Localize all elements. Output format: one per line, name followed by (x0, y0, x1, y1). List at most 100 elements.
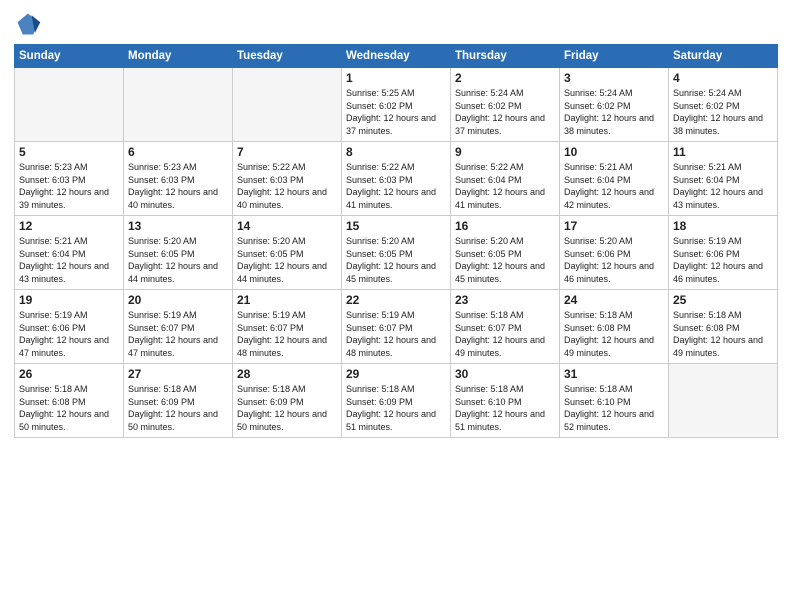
day-number: 6 (128, 145, 228, 159)
day-number: 25 (673, 293, 773, 307)
calendar-cell: 12Sunrise: 5:21 AM Sunset: 6:04 PM Dayli… (15, 216, 124, 290)
calendar-week-row: 1 Sunrise: 5:25 AM Sunset: 6:02 PM Daylig… (15, 68, 778, 142)
cell-info: Sunrise: 5:20 AM Sunset: 6:05 PM Dayligh… (237, 235, 337, 285)
weekday-header-thursday: Thursday (451, 45, 560, 68)
calendar-week-row: 12Sunrise: 5:21 AM Sunset: 6:04 PM Dayli… (15, 216, 778, 290)
calendar-cell (15, 68, 124, 142)
cell-info: Sunrise: 5:18 AM Sunset: 6:08 PM Dayligh… (673, 309, 773, 359)
calendar-week-row: 26 Sunrise: 5:18 AM Sunset: 6:08 PM Dayli… (15, 364, 778, 438)
main-container: SundayMondayTuesdayWednesdayThursdayFrid… (0, 0, 792, 448)
calendar-week-row: 5 Sunrise: 5:23 AM Sunset: 6:03 PM Daylig… (15, 142, 778, 216)
day-number: 9 (455, 145, 555, 159)
cell-info: Sunrise: 5:18 AM Sunset: 6:09 PM Dayligh… (237, 383, 337, 433)
day-number: 11 (673, 145, 773, 159)
cell-info: Sunrise: 5:23 AM Sunset: 6:03 PM Dayligh… (19, 161, 119, 211)
cell-info: Sunrise: 5:18 AM Sunset: 6:10 PM Dayligh… (455, 383, 555, 433)
logo-icon (14, 10, 42, 38)
calendar-cell: 20 Sunrise: 5:19 AM Sunset: 6:07 PM Dayli… (124, 290, 233, 364)
calendar-cell: 8 Sunrise: 5:22 AM Sunset: 6:03 PM Daylig… (342, 142, 451, 216)
weekday-header-row: SundayMondayTuesdayWednesdayThursdayFrid… (15, 45, 778, 68)
cell-info: Sunrise: 5:20 AM Sunset: 6:05 PM Dayligh… (346, 235, 446, 285)
day-number: 30 (455, 367, 555, 381)
calendar-cell: 22 Sunrise: 5:19 AM Sunset: 6:07 PM Dayli… (342, 290, 451, 364)
weekday-header-sunday: Sunday (15, 45, 124, 68)
day-number: 10 (564, 145, 664, 159)
cell-info: Sunrise: 5:22 AM Sunset: 6:03 PM Dayligh… (346, 161, 446, 211)
day-number: 20 (128, 293, 228, 307)
day-number: 8 (346, 145, 446, 159)
cell-info: Sunrise: 5:21 AM Sunset: 6:04 PM Dayligh… (673, 161, 773, 211)
cell-info: Sunrise: 5:22 AM Sunset: 6:04 PM Dayligh… (455, 161, 555, 211)
calendar-cell: 16Sunrise: 5:20 AM Sunset: 6:05 PM Dayli… (451, 216, 560, 290)
day-number: 19 (19, 293, 119, 307)
calendar-cell: 31 Sunrise: 5:18 AM Sunset: 6:10 PM Dayli… (560, 364, 669, 438)
cell-info: Sunrise: 5:20 AM Sunset: 6:05 PM Dayligh… (128, 235, 228, 285)
calendar-cell: 3Sunrise: 5:24 AM Sunset: 6:02 PM Daylig… (560, 68, 669, 142)
calendar-cell: 2 Sunrise: 5:24 AM Sunset: 6:02 PM Daylig… (451, 68, 560, 142)
day-number: 7 (237, 145, 337, 159)
day-number: 4 (673, 71, 773, 85)
calendar-cell: 24 Sunrise: 5:18 AM Sunset: 6:08 PM Dayli… (560, 290, 669, 364)
weekday-header-tuesday: Tuesday (233, 45, 342, 68)
day-number: 29 (346, 367, 446, 381)
calendar-cell: 26 Sunrise: 5:18 AM Sunset: 6:08 PM Dayli… (15, 364, 124, 438)
weekday-header-friday: Friday (560, 45, 669, 68)
day-number: 28 (237, 367, 337, 381)
calendar-cell: 4 Sunrise: 5:24 AM Sunset: 6:02 PM Daylig… (669, 68, 778, 142)
cell-info: Sunrise: 5:25 AM Sunset: 6:02 PM Dayligh… (346, 87, 446, 137)
calendar-week-row: 19 Sunrise: 5:19 AM Sunset: 6:06 PM Dayli… (15, 290, 778, 364)
calendar-cell: 11 Sunrise: 5:21 AM Sunset: 6:04 PM Dayli… (669, 142, 778, 216)
day-number: 1 (346, 71, 446, 85)
day-number: 31 (564, 367, 664, 381)
day-number: 22 (346, 293, 446, 307)
cell-info: Sunrise: 5:21 AM Sunset: 6:04 PM Dayligh… (564, 161, 664, 211)
cell-info: Sunrise: 5:24 AM Sunset: 6:02 PM Dayligh… (673, 87, 773, 137)
calendar-cell: 1 Sunrise: 5:25 AM Sunset: 6:02 PM Daylig… (342, 68, 451, 142)
calendar-cell: 9 Sunrise: 5:22 AM Sunset: 6:04 PM Daylig… (451, 142, 560, 216)
cell-info: Sunrise: 5:19 AM Sunset: 6:06 PM Dayligh… (673, 235, 773, 285)
calendar-cell: 13 Sunrise: 5:20 AM Sunset: 6:05 PM Dayli… (124, 216, 233, 290)
cell-info: Sunrise: 5:24 AM Sunset: 6:02 PM Dayligh… (455, 87, 555, 137)
calendar-cell: 17 Sunrise: 5:20 AM Sunset: 6:06 PM Dayli… (560, 216, 669, 290)
calendar-cell: 7Sunrise: 5:22 AM Sunset: 6:03 PM Daylig… (233, 142, 342, 216)
cell-info: Sunrise: 5:19 AM Sunset: 6:07 PM Dayligh… (346, 309, 446, 359)
cell-info: Sunrise: 5:18 AM Sunset: 6:08 PM Dayligh… (19, 383, 119, 433)
day-number: 15 (346, 219, 446, 233)
day-number: 16 (455, 219, 555, 233)
day-number: 27 (128, 367, 228, 381)
calendar-cell: 10 Sunrise: 5:21 AM Sunset: 6:04 PM Dayli… (560, 142, 669, 216)
calendar-cell: 25 Sunrise: 5:18 AM Sunset: 6:08 PM Dayli… (669, 290, 778, 364)
cell-info: Sunrise: 5:20 AM Sunset: 6:06 PM Dayligh… (564, 235, 664, 285)
day-number: 12 (19, 219, 119, 233)
cell-info: Sunrise: 5:18 AM Sunset: 6:09 PM Dayligh… (346, 383, 446, 433)
weekday-header-saturday: Saturday (669, 45, 778, 68)
cell-info: Sunrise: 5:19 AM Sunset: 6:06 PM Dayligh… (19, 309, 119, 359)
logo (14, 10, 44, 38)
day-number: 24 (564, 293, 664, 307)
calendar-cell: 18 Sunrise: 5:19 AM Sunset: 6:06 PM Dayli… (669, 216, 778, 290)
calendar-cell: 21Sunrise: 5:19 AM Sunset: 6:07 PM Dayli… (233, 290, 342, 364)
cell-info: Sunrise: 5:18 AM Sunset: 6:09 PM Dayligh… (128, 383, 228, 433)
weekday-header-wednesday: Wednesday (342, 45, 451, 68)
day-number: 17 (564, 219, 664, 233)
day-number: 5 (19, 145, 119, 159)
weekday-header-monday: Monday (124, 45, 233, 68)
day-number: 18 (673, 219, 773, 233)
calendar-cell: 19 Sunrise: 5:19 AM Sunset: 6:06 PM Dayli… (15, 290, 124, 364)
cell-info: Sunrise: 5:18 AM Sunset: 6:10 PM Dayligh… (564, 383, 664, 433)
header (14, 10, 778, 38)
day-number: 2 (455, 71, 555, 85)
calendar-cell: 23Sunrise: 5:18 AM Sunset: 6:07 PM Dayli… (451, 290, 560, 364)
day-number: 13 (128, 219, 228, 233)
calendar-cell: 14Sunrise: 5:20 AM Sunset: 6:05 PM Dayli… (233, 216, 342, 290)
cell-info: Sunrise: 5:23 AM Sunset: 6:03 PM Dayligh… (128, 161, 228, 211)
cell-info: Sunrise: 5:18 AM Sunset: 6:07 PM Dayligh… (455, 309, 555, 359)
cell-info: Sunrise: 5:19 AM Sunset: 6:07 PM Dayligh… (237, 309, 337, 359)
calendar-cell: 5 Sunrise: 5:23 AM Sunset: 6:03 PM Daylig… (15, 142, 124, 216)
calendar-cell: 30 Sunrise: 5:18 AM Sunset: 6:10 PM Dayli… (451, 364, 560, 438)
cell-info: Sunrise: 5:18 AM Sunset: 6:08 PM Dayligh… (564, 309, 664, 359)
cell-info: Sunrise: 5:19 AM Sunset: 6:07 PM Dayligh… (128, 309, 228, 359)
day-number: 26 (19, 367, 119, 381)
calendar-table: SundayMondayTuesdayWednesdayThursdayFrid… (14, 44, 778, 438)
calendar-cell: 29 Sunrise: 5:18 AM Sunset: 6:09 PM Dayli… (342, 364, 451, 438)
